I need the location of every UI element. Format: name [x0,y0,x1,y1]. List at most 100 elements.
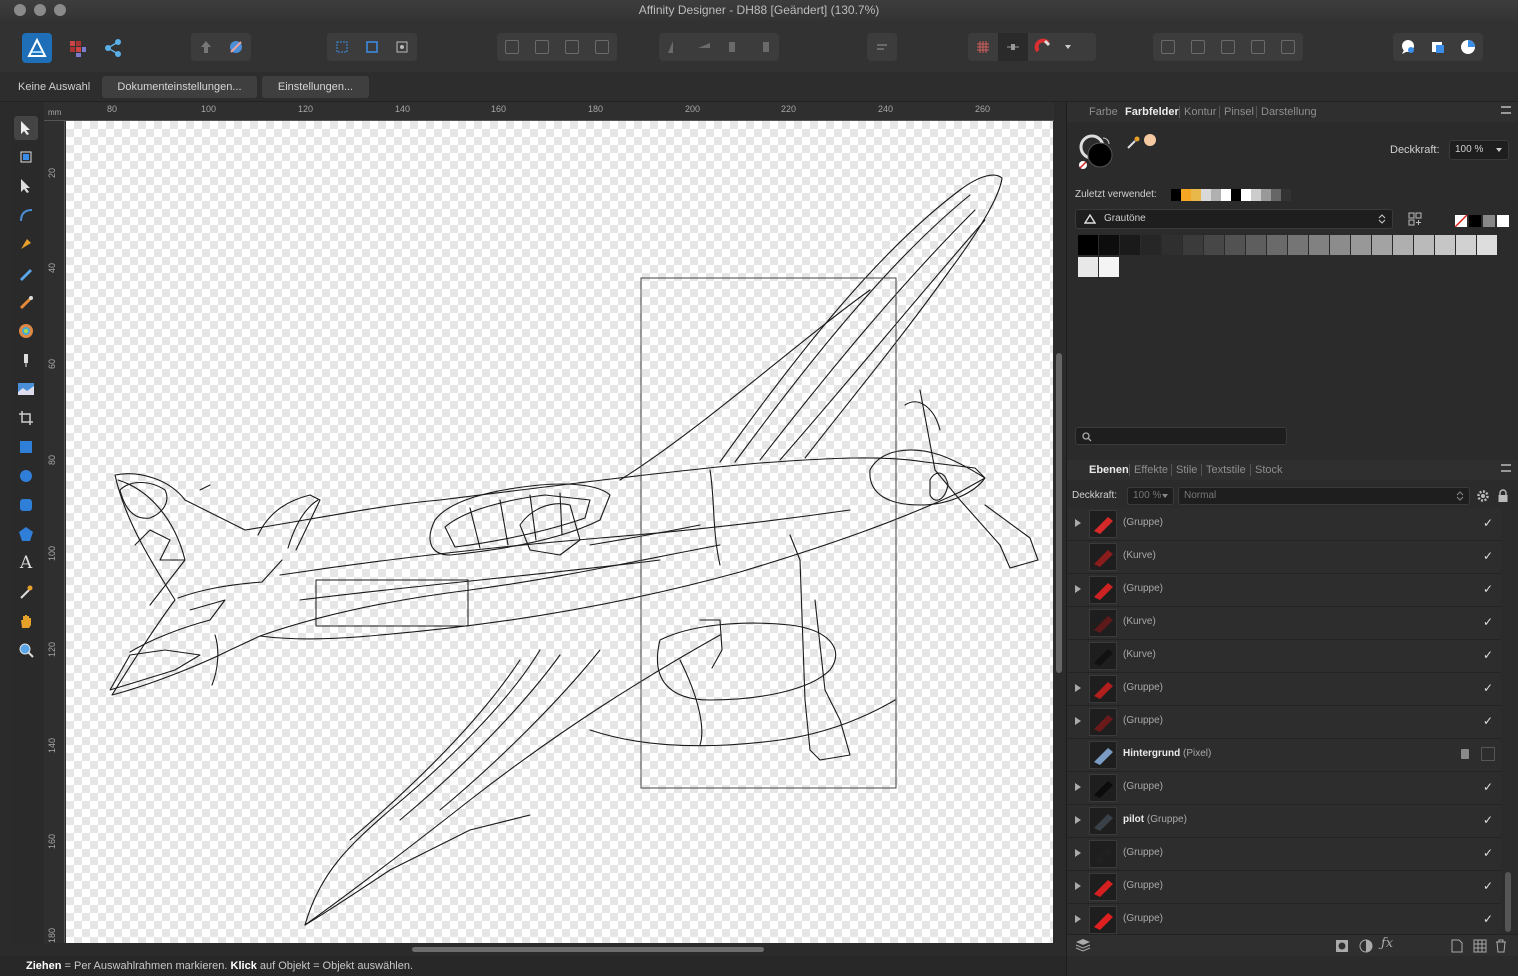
color-swatch[interactable] [1099,257,1119,277]
add-swatch-button[interactable] [1407,211,1423,232]
pen-tool[interactable] [14,232,38,256]
zoom-window-button[interactable] [54,4,66,16]
fill-tool[interactable] [14,319,38,343]
tab-pinsel[interactable]: Pinsel [1224,102,1254,122]
rectangle-tool[interactable] [14,435,38,459]
color-swatch[interactable] [1330,235,1350,255]
document-settings-button[interactable]: Dokumenteinstellungen... [102,76,257,98]
visibility-checkbox[interactable]: ✓ [1481,780,1495,794]
expand-arrow-icon[interactable] [1075,783,1081,791]
layers-stack-button[interactable] [1075,938,1091,957]
visibility-checkbox[interactable]: ✓ [1481,549,1495,563]
layer-row[interactable]: (Gruppe) ✓ [1067,871,1501,904]
tab-ebenen[interactable]: Ebenen [1089,460,1129,480]
layer-row[interactable]: (Kurve) ✓ [1067,607,1501,640]
color-swatch[interactable] [1099,235,1119,255]
select-box-button[interactable] [357,33,387,61]
transparency-tool[interactable] [14,348,38,372]
snapping-options-dropdown[interactable] [1058,33,1078,61]
ellipse-tool[interactable] [14,464,38,488]
expand-arrow-icon[interactable] [1075,519,1081,527]
layer-settings-button[interactable] [1476,489,1490,508]
recent-color-swatch[interactable] [1241,189,1251,201]
minimize-window-button[interactable] [34,4,46,16]
canvas-vertical-scrollbar[interactable] [1055,121,1063,943]
visibility-checkbox[interactable]: ✓ [1481,582,1495,596]
layer-list-scrollbar[interactable] [1505,872,1511,932]
color-swatch[interactable] [1288,235,1308,255]
recent-color-swatch[interactable] [1271,189,1281,201]
fill-stroke-selector[interactable] [1077,132,1117,172]
crop-tool[interactable] [14,406,38,430]
opacity-field[interactable]: 100 % [1449,140,1509,160]
color-swatch[interactable] [1477,235,1497,255]
move-forward-button[interactable] [557,33,587,61]
add-pixel-layer-button[interactable] [1451,939,1463,958]
adjustment-layer-button[interactable] [1359,939,1373,958]
layer-fx-button[interactable]: ƒx [1381,936,1393,951]
transform-objects-button[interactable] [327,33,357,61]
quick-colors[interactable] [1454,214,1509,228]
tab-darstellung[interactable]: Darstellung [1261,102,1317,122]
snapping-guides-button[interactable] [998,33,1028,61]
rotate-handle-button[interactable] [387,33,417,61]
rounded-rect-tool[interactable] [14,493,38,517]
horizontal-ruler[interactable]: 80 100 120 140 160 180 200 220 240 260 [44,102,1054,121]
lock-icon[interactable] [1461,749,1469,759]
move-back-button[interactable] [527,33,557,61]
tab-kontur[interactable]: Kontur [1184,102,1216,122]
layer-row[interactable]: (Kurve) ✓ [1067,541,1501,574]
recent-color-swatch[interactable] [1221,189,1231,201]
tab-stock[interactable]: Stock [1255,460,1283,480]
recent-color-swatch[interactable] [1231,189,1241,201]
zoom-tool[interactable] [14,638,38,662]
polygon-tool[interactable] [14,522,38,546]
visibility-checkbox[interactable]: ✓ [1481,681,1495,695]
layer-row[interactable]: (Gruppe) ✓ [1067,706,1501,739]
pixel-persona-button[interactable] [62,33,92,63]
canvas-horizontal-scrollbar[interactable] [66,944,1053,954]
snap-button[interactable] [191,33,221,61]
palette-selector[interactable]: Grautöne [1075,209,1393,229]
node-tool[interactable] [14,174,38,198]
panel-menu-icon[interactable] [1501,106,1511,114]
expand-arrow-icon[interactable] [1075,717,1081,725]
pencil-tool[interactable] [14,261,38,285]
picked-color-swatch[interactable] [1144,134,1156,146]
close-window-button[interactable] [14,4,26,16]
visibility-checkbox[interactable]: ✓ [1481,813,1495,827]
tab-farbfelder[interactable]: Farbfelder [1125,102,1179,122]
color-swatch[interactable] [1456,235,1476,255]
grid-button[interactable] [968,33,998,61]
color-swatch[interactable] [1078,235,1098,255]
move-to-front-button[interactable] [587,33,617,61]
color-picker-tool[interactable] [14,580,38,604]
layer-opacity-field[interactable]: 100 % [1127,487,1174,505]
layer-row[interactable]: (Gruppe) ✓ [1067,904,1501,934]
xor-boolean-button[interactable] [1243,33,1273,61]
color-swatch[interactable] [1225,235,1245,255]
expand-arrow-icon[interactable] [1075,585,1081,593]
recent-color-swatch[interactable] [1201,189,1211,201]
color-swatch[interactable] [1435,235,1455,255]
color-swatch[interactable] [1078,257,1098,277]
export-persona-button[interactable] [98,33,128,63]
arrange-windows-button[interactable] [1423,33,1453,61]
color-swatch[interactable] [1393,235,1413,255]
rotate-left-button[interactable] [719,33,749,61]
swatch-search-field[interactable] [1075,427,1287,445]
visibility-checkbox[interactable]: ✓ [1481,714,1495,728]
document-canvas[interactable] [66,121,1053,943]
flip-horizontal-button[interactable] [659,33,689,61]
recent-color-swatch[interactable] [1191,189,1201,201]
color-swatch[interactable] [1183,235,1203,255]
layer-row[interactable]: (Gruppe) ✓ [1067,508,1501,541]
layer-row[interactable]: Hintergrund (Pixel) [1067,739,1501,772]
color-swatch[interactable] [1162,235,1182,255]
scrollbar-thumb[interactable] [412,947,764,952]
visibility-checkbox[interactable]: ✓ [1481,648,1495,662]
preferences-button[interactable]: Einstellungen... [262,76,369,98]
mask-layer-button[interactable] [1335,939,1349,958]
color-swatch[interactable] [1204,235,1224,255]
tab-effekte[interactable]: Effekte [1134,460,1168,480]
